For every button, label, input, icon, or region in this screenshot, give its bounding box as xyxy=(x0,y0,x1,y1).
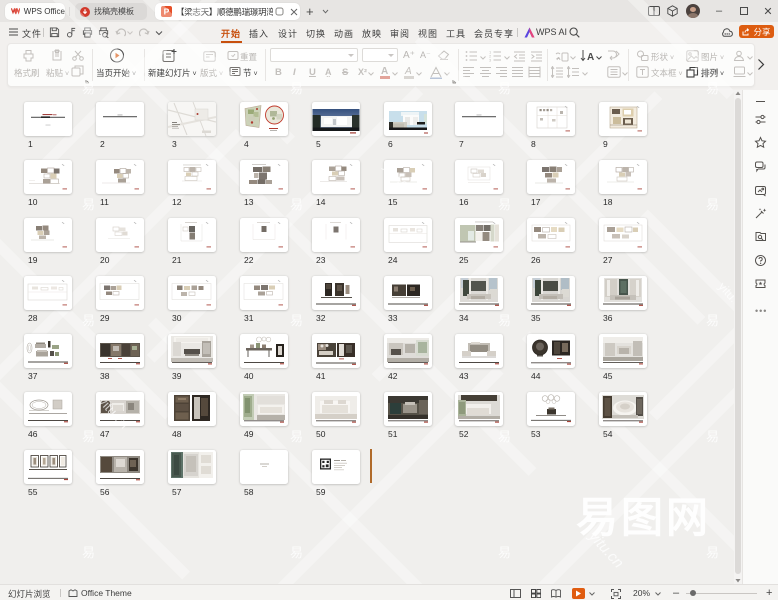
svg-text:A: A xyxy=(587,52,594,63)
svg-text:P: P xyxy=(164,7,170,17)
svg-text:3: 3 xyxy=(489,58,492,63)
